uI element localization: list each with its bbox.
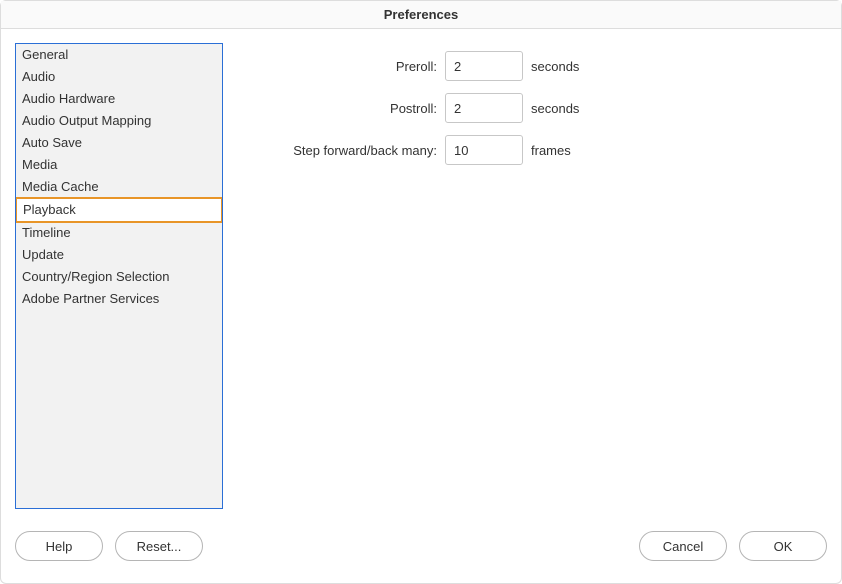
sidebar-item-label: Update	[22, 247, 64, 262]
step-label: Step forward/back many:	[237, 143, 437, 158]
preroll-input[interactable]	[445, 51, 523, 81]
sidebar-item-audio[interactable]: Audio	[16, 66, 222, 88]
help-button[interactable]: Help	[15, 531, 103, 561]
postroll-input[interactable]	[445, 93, 523, 123]
settings-panel: Preroll: seconds Postroll: seconds Step …	[237, 43, 827, 509]
preroll-row: Preroll: seconds	[237, 51, 827, 81]
category-sidebar: General Audio Audio Hardware Audio Output M…	[15, 43, 223, 509]
sidebar-item-label: Auto Save	[22, 135, 82, 150]
sidebar-item-label: Playback	[23, 202, 76, 217]
sidebar-item-label: Media	[22, 157, 57, 172]
step-row: Step forward/back many: frames	[237, 135, 827, 165]
cancel-button[interactable]: Cancel	[639, 531, 727, 561]
sidebar-item-label: General	[22, 47, 68, 62]
sidebar-item-update[interactable]: Update	[16, 244, 222, 266]
window-title: Preferences	[384, 7, 458, 22]
sidebar-item-playback[interactable]: Playback	[15, 197, 223, 223]
ok-button[interactable]: OK	[739, 531, 827, 561]
sidebar-item-timeline[interactable]: Timeline	[16, 222, 222, 244]
preroll-label: Preroll:	[237, 59, 437, 74]
step-input[interactable]	[445, 135, 523, 165]
sidebar-item-label: Audio Output Mapping	[22, 113, 151, 128]
preroll-unit: seconds	[531, 59, 579, 74]
sidebar-item-label: Audio Hardware	[22, 91, 115, 106]
postroll-row: Postroll: seconds	[237, 93, 827, 123]
footer: Help Reset... Cancel OK	[1, 523, 841, 583]
titlebar: Preferences	[1, 1, 841, 29]
postroll-unit: seconds	[531, 101, 579, 116]
sidebar-item-adobe-partner-services[interactable]: Adobe Partner Services	[16, 288, 222, 310]
sidebar-item-media-cache[interactable]: Media Cache	[16, 176, 222, 198]
sidebar-item-label: Adobe Partner Services	[22, 291, 159, 306]
reset-button[interactable]: Reset...	[115, 531, 203, 561]
sidebar-item-label: Audio	[22, 69, 55, 84]
sidebar-item-label: Country/Region Selection	[22, 269, 169, 284]
sidebar-item-audio-output-mapping[interactable]: Audio Output Mapping	[16, 110, 222, 132]
postroll-label: Postroll:	[237, 101, 437, 116]
step-unit: frames	[531, 143, 571, 158]
sidebar-item-label: Timeline	[22, 225, 71, 240]
sidebar-item-label: Media Cache	[22, 179, 99, 194]
sidebar-item-audio-hardware[interactable]: Audio Hardware	[16, 88, 222, 110]
sidebar-item-media[interactable]: Media	[16, 154, 222, 176]
content-area: General Audio Audio Hardware Audio Output M…	[1, 29, 841, 523]
sidebar-item-general[interactable]: General	[16, 44, 222, 66]
sidebar-item-auto-save[interactable]: Auto Save	[16, 132, 222, 154]
sidebar-item-country-region-selection[interactable]: Country/Region Selection	[16, 266, 222, 288]
